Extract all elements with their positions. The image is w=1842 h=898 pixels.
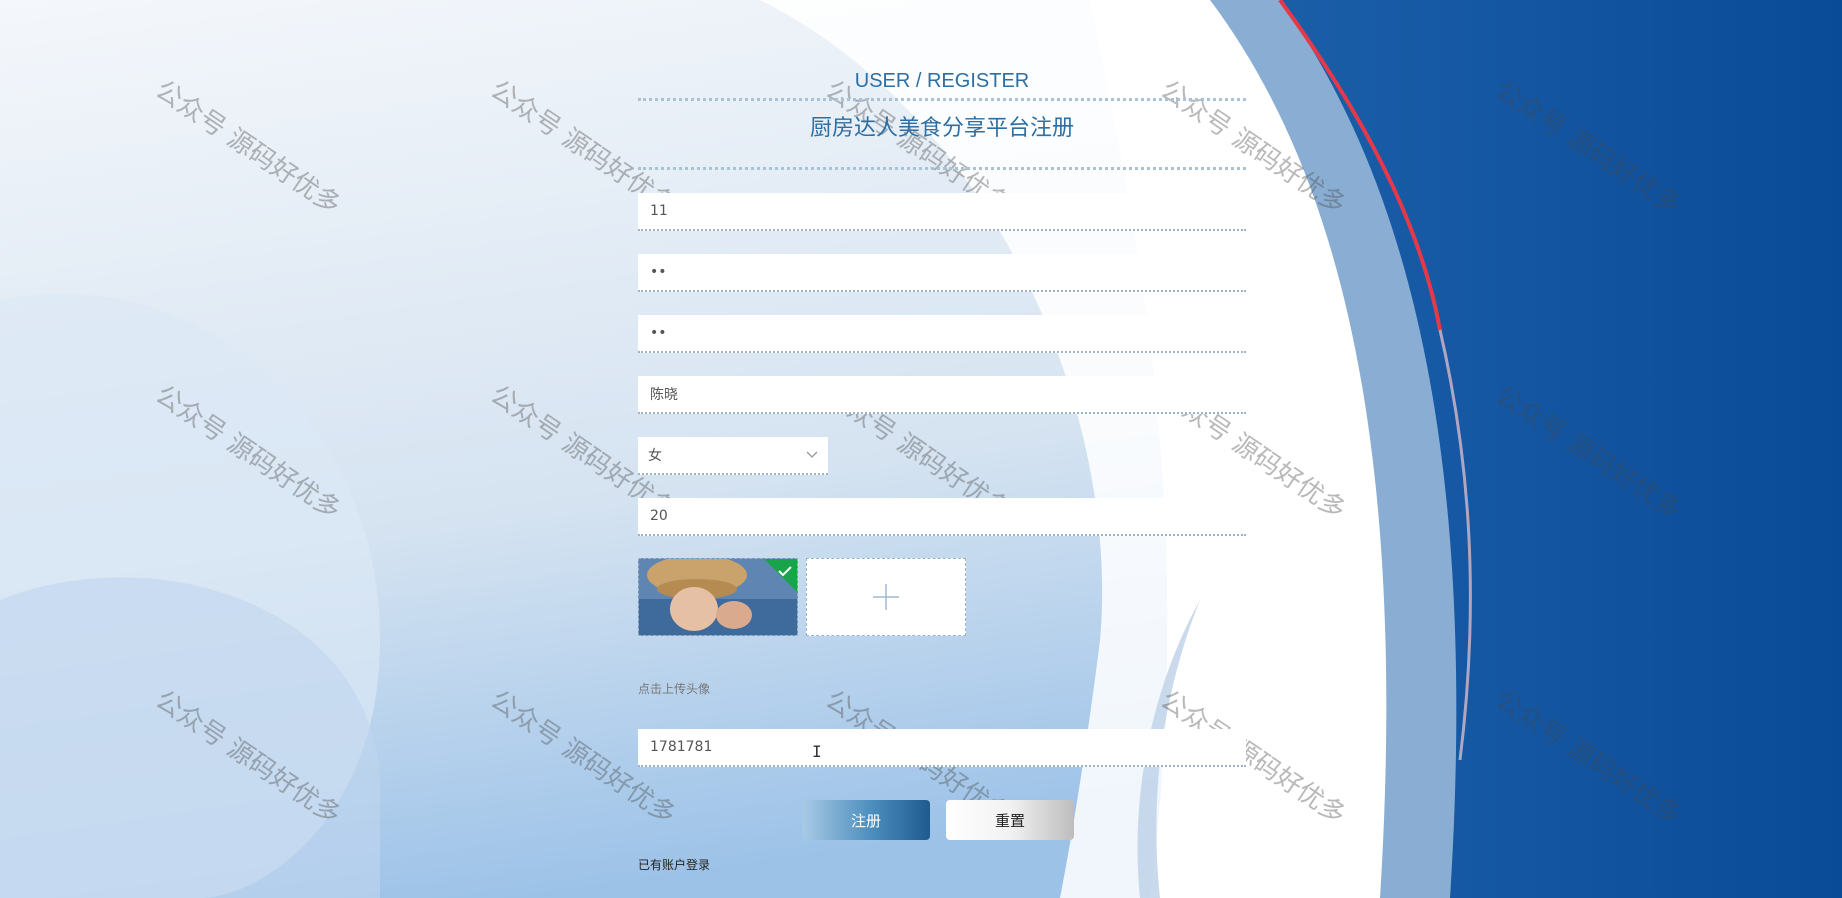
register-button[interactable]: 注册	[802, 800, 930, 840]
phone-field[interactable]	[638, 729, 1246, 767]
plus-icon	[873, 584, 899, 610]
page-title: 厨房达人美食分享平台注册	[809, 116, 1074, 141]
login-link[interactable]: 已有账户登录	[638, 856, 710, 873]
text-cursor-icon: I	[812, 742, 822, 761]
avatar-upload-hint: 点击上传头像	[638, 682, 711, 696]
upload-avatar-button[interactable]	[806, 558, 966, 636]
password-input[interactable]	[648, 263, 1236, 281]
gender-select[interactable]: 女	[638, 437, 828, 475]
confirm-password-input[interactable]	[648, 324, 1236, 342]
phone-input[interactable]	[648, 738, 1236, 756]
confirm-password-field[interactable]	[638, 315, 1246, 353]
divider	[638, 98, 1246, 101]
divider	[638, 167, 1246, 170]
uploaded-avatar[interactable]	[638, 558, 798, 636]
name-input[interactable]	[648, 385, 1236, 403]
chevron-down-icon	[806, 451, 818, 458]
avatar-image	[639, 559, 797, 635]
name-field[interactable]	[638, 376, 1246, 414]
password-field[interactable]	[638, 254, 1246, 292]
page-title-en: USER / REGISTER	[854, 70, 1030, 92]
age-input[interactable]	[648, 507, 1236, 525]
account-input[interactable]	[648, 202, 1236, 220]
gender-selected-value: 女	[648, 448, 662, 464]
age-field[interactable]	[638, 498, 1246, 536]
reset-button[interactable]: 重置	[946, 800, 1074, 840]
account-field[interactable]	[638, 193, 1246, 231]
